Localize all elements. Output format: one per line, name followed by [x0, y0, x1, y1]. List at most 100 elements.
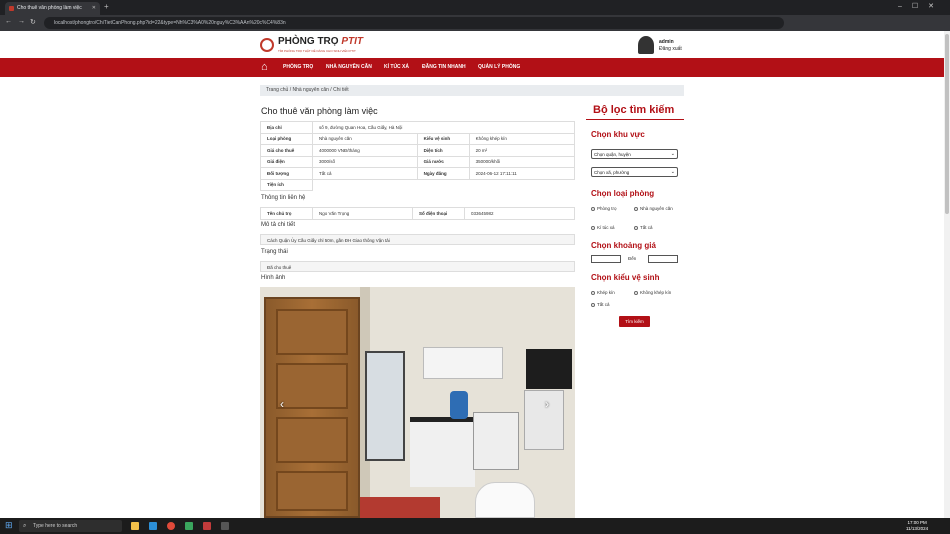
door-panel — [276, 471, 348, 511]
close-tab-icon[interactable]: ✕ — [92, 2, 96, 15]
logo-icon — [260, 38, 274, 52]
url-field[interactable]: localhost/phongtro/ChiTietCanPhong.php?i… — [44, 17, 784, 29]
contact-table: Tên chủ trọ Ngo Văn Trọng Số điện thoại … — [260, 207, 575, 220]
table-row: Loại phòng Nhà nguyên căn Kiểu vệ sinh K… — [260, 132, 576, 145]
search-button[interactable]: Tìm kiếm — [619, 316, 650, 327]
toilet-heading: Chọn kiểu vệ sinh — [591, 273, 660, 282]
page-title: Cho thuê văn phòng làm việc — [261, 106, 378, 116]
table-key: Giá điện — [260, 155, 313, 168]
door-panel — [276, 417, 348, 463]
main-navbar: ⌂ PHÒNG TRỌ NHÀ NGUYÊN CĂN KÍ TÚC XÁ ĐĂN… — [0, 58, 944, 77]
taskbar-clock[interactable]: 17:00 PM 11/13/2024 — [906, 520, 928, 532]
nav-item-phong-tro[interactable]: PHÒNG TRỌ — [283, 58, 313, 77]
carousel-next-icon[interactable]: › — [545, 397, 549, 411]
file-explorer-icon[interactable] — [131, 522, 139, 530]
photo-door — [264, 297, 360, 518]
photo-cabinet — [423, 347, 503, 379]
logout-link[interactable]: Đăng xuất — [659, 46, 682, 52]
logo-title: PHÒNG TRỌ PTIT — [278, 36, 364, 47]
price-max-input[interactable] — [648, 255, 678, 263]
radio-nha-nguyen-can[interactable]: Nhà nguyên căn — [634, 206, 679, 212]
radio-khong-khep-kin[interactable]: Không khép kín — [634, 290, 671, 295]
radio-label: Phòng trọ — [597, 206, 617, 211]
table-key: Diện tích — [416, 144, 470, 157]
ward-select-value: Chọn xã, phường — [594, 170, 630, 175]
nav-item-quan-ly[interactable]: QUẢN LÝ PHÒNG — [478, 58, 520, 77]
table-value: 350000/khối — [468, 155, 576, 168]
table-key: Giá nước — [416, 155, 470, 168]
back-icon[interactable]: ← — [5, 18, 12, 25]
radio-icon — [591, 206, 595, 211]
table-value: 033645982 — [464, 207, 575, 220]
radio-icon — [634, 225, 638, 230]
status-heading: Trạng thái — [261, 249, 288, 255]
ward-select[interactable]: Chọn xã, phường ⌄ — [591, 167, 678, 177]
radio-ki-tuc-xa[interactable]: Kí túc xá — [591, 225, 615, 230]
photo-counter — [410, 417, 475, 487]
user-menu[interactable]: admin Đăng xuất — [638, 36, 688, 56]
table-key: Ngày đăng — [416, 167, 470, 180]
photo-washer — [473, 412, 519, 470]
site-logo[interactable]: PHÒNG TRỌ PTIT TÌM PHÒNG TRỌ THẬT DỄ DÀN… — [260, 36, 380, 56]
table-key: Địa chỉ — [260, 121, 313, 134]
radio-label: Tất cả — [597, 302, 610, 307]
chrome-icon[interactable] — [167, 522, 175, 530]
photo-chair — [475, 482, 535, 518]
nav-item-nha-nguyen-can[interactable]: NHÀ NGUYÊN CĂN — [326, 58, 372, 77]
browser-tab-strip: Cho thuê văn phòng làm việc ✕ + –☐✕ — [0, 0, 950, 15]
price-min-input[interactable] — [591, 255, 621, 263]
scrollbar-thumb[interactable] — [945, 34, 949, 214]
table-value — [313, 179, 575, 191]
room-photo-carousel[interactable]: ‹ › — [260, 287, 575, 518]
app-icon[interactable] — [185, 522, 193, 530]
radio-label: Nhà nguyên căn — [640, 206, 673, 211]
clock-date: 11/13/2024 — [906, 526, 929, 531]
table-value: Ngo Văn Trọng — [312, 207, 413, 220]
description-heading: Mô tả chi tiết — [261, 222, 296, 228]
browser-tab[interactable]: Cho thuê văn phòng làm việc ✕ — [5, 2, 100, 15]
radio-label: Khép kín — [597, 290, 615, 295]
radio-khep-kin[interactable]: Khép kín — [591, 290, 615, 295]
filter-divider — [586, 119, 684, 120]
forward-icon[interactable]: → — [18, 18, 25, 25]
table-value: 2024-06-12 17:11:11 — [468, 167, 576, 180]
table-key: Loại phòng — [260, 132, 313, 145]
area-heading: Chọn khu vực — [591, 130, 645, 139]
radio-toilet-tat-ca[interactable]: Tất cả — [591, 302, 610, 307]
door-panel — [276, 309, 348, 355]
table-value: 20 m² — [468, 144, 576, 157]
nav-item-dang-tin[interactable]: ĐĂNG TIN NHANH — [422, 58, 466, 77]
filter-title: Bộ lọc tìm kiếm — [593, 104, 675, 116]
windows-start-icon[interactable]: ⊞ — [5, 521, 14, 530]
price-to-label: Đến — [628, 256, 637, 261]
table-value: Nhà nguyên căn — [312, 132, 418, 145]
radio-phong-tro[interactable]: Phòng trọ — [591, 206, 617, 211]
breadcrumb[interactable]: Trang chủ / Nhà nguyên căn / Chi tiết — [260, 85, 684, 96]
home-icon[interactable]: ⌂ — [261, 61, 273, 73]
detail-table: Địa chỉ số 9, đường Quan Hoa, Cầu Giấy, … — [260, 121, 576, 191]
carousel-prev-icon[interactable]: ‹ — [280, 397, 284, 411]
radio-icon — [591, 225, 595, 230]
radio-icon — [591, 302, 595, 307]
taskbar-search[interactable]: ⌕ Type here to search — [19, 520, 122, 532]
new-tab-icon[interactable]: + — [104, 2, 109, 11]
taskbar-search-placeholder: Type here to search — [33, 523, 78, 529]
window-controls[interactable]: –☐✕ — [898, 2, 944, 10]
district-select[interactable]: Chọn quận, huyện ⌄ — [591, 149, 678, 159]
nav-item-ki-tuc-xa[interactable]: KÍ TÚC XÁ — [384, 58, 409, 77]
description-text: Cách Quận Ủy Cầu Giấy chỉ 50m, gần ĐH Gi… — [260, 234, 575, 245]
table-key: Tên chủ trọ — [260, 207, 313, 220]
table-value: số 9, đường Quan Hoa, Cầu Giấy, Hà Nội — [312, 121, 575, 134]
table-value: 4000000 VNĐ/tháng — [312, 144, 418, 157]
vscode-icon[interactable] — [149, 522, 157, 530]
table-value: Tất cả — [312, 167, 418, 180]
app-icon[interactable] — [203, 522, 211, 530]
chevron-down-icon: ⌄ — [670, 151, 675, 157]
table-row: Đối tượng Tất cả Ngày đăng 2024-06-12 17… — [260, 167, 576, 180]
photo-tv — [526, 349, 572, 389]
table-key: Kiểu vệ sinh — [416, 132, 470, 145]
terminal-icon[interactable] — [221, 522, 229, 530]
reload-icon[interactable]: ↻ — [30, 18, 36, 26]
table-key: Giá cho thuê — [260, 144, 313, 157]
radio-tat-ca[interactable]: Tất cả — [634, 225, 653, 230]
